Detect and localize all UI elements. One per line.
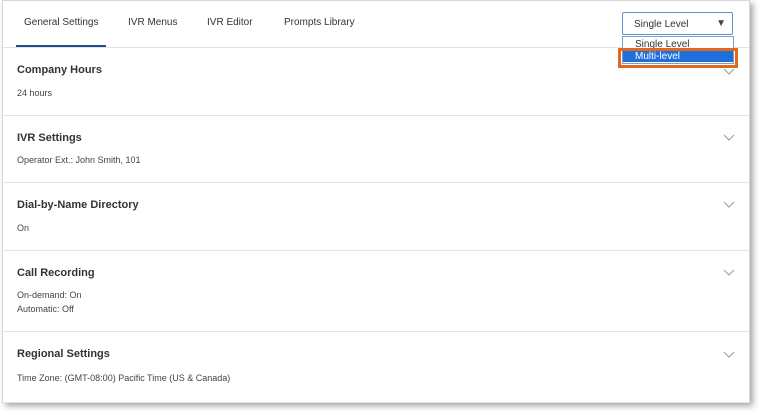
chevron-down-icon[interactable] bbox=[723, 269, 735, 277]
section-value: Operator Ext.: John Smith, 101 bbox=[17, 155, 141, 165]
section-ivr-settings[interactable]: IVR Settings Operator Ext.: John Smith, … bbox=[3, 116, 749, 183]
section-call-recording[interactable]: Call Recording On-demand: On Automatic: … bbox=[3, 251, 749, 332]
option-single-level[interactable]: Single Level bbox=[623, 39, 733, 50]
option-multi-level[interactable]: Multi-level bbox=[623, 51, 733, 62]
tab-ivr-menus[interactable]: IVR Menus bbox=[128, 17, 177, 28]
section-dial-by-name-directory[interactable]: Dial-by-Name Directory On bbox=[3, 183, 749, 251]
section-value: Time Zone: (GMT-08:00) Pacific Time (US … bbox=[17, 373, 231, 383]
section-title: Call Recording bbox=[17, 267, 95, 279]
section-title: Dial-by-Name Directory bbox=[17, 199, 139, 211]
level-select-value: Single Level bbox=[634, 19, 689, 30]
section-title: IVR Settings bbox=[17, 132, 82, 144]
triangle-down-icon: ▼ bbox=[716, 18, 726, 29]
section-value: Automatic: Off bbox=[17, 304, 74, 314]
chevron-down-icon[interactable] bbox=[723, 351, 735, 359]
chevron-down-icon[interactable] bbox=[723, 134, 735, 142]
chevron-down-icon[interactable] bbox=[723, 68, 735, 76]
section-value: On-demand: On bbox=[17, 290, 82, 300]
level-select[interactable]: Single Level ▼ bbox=[622, 12, 733, 35]
level-select-dropdown: Single Level Multi-level bbox=[622, 36, 734, 64]
section-regional-settings[interactable]: Regional Settings Time Zone: (GMT-08:00)… bbox=[3, 332, 749, 403]
tab-ivr-editor[interactable]: IVR Editor bbox=[207, 17, 253, 28]
section-value: On bbox=[17, 223, 30, 233]
ivr-settings-panel: General Settings IVR Menus IVR Editor Pr… bbox=[2, 0, 750, 403]
tab-general-settings[interactable]: General Settings bbox=[16, 17, 105, 47]
chevron-down-icon[interactable] bbox=[723, 201, 735, 209]
section-value: 24 hours bbox=[17, 88, 53, 98]
section-title: Company Hours bbox=[17, 64, 102, 76]
tab-prompts-library[interactable]: Prompts Library bbox=[284, 17, 355, 28]
section-title: Regional Settings bbox=[17, 348, 110, 360]
